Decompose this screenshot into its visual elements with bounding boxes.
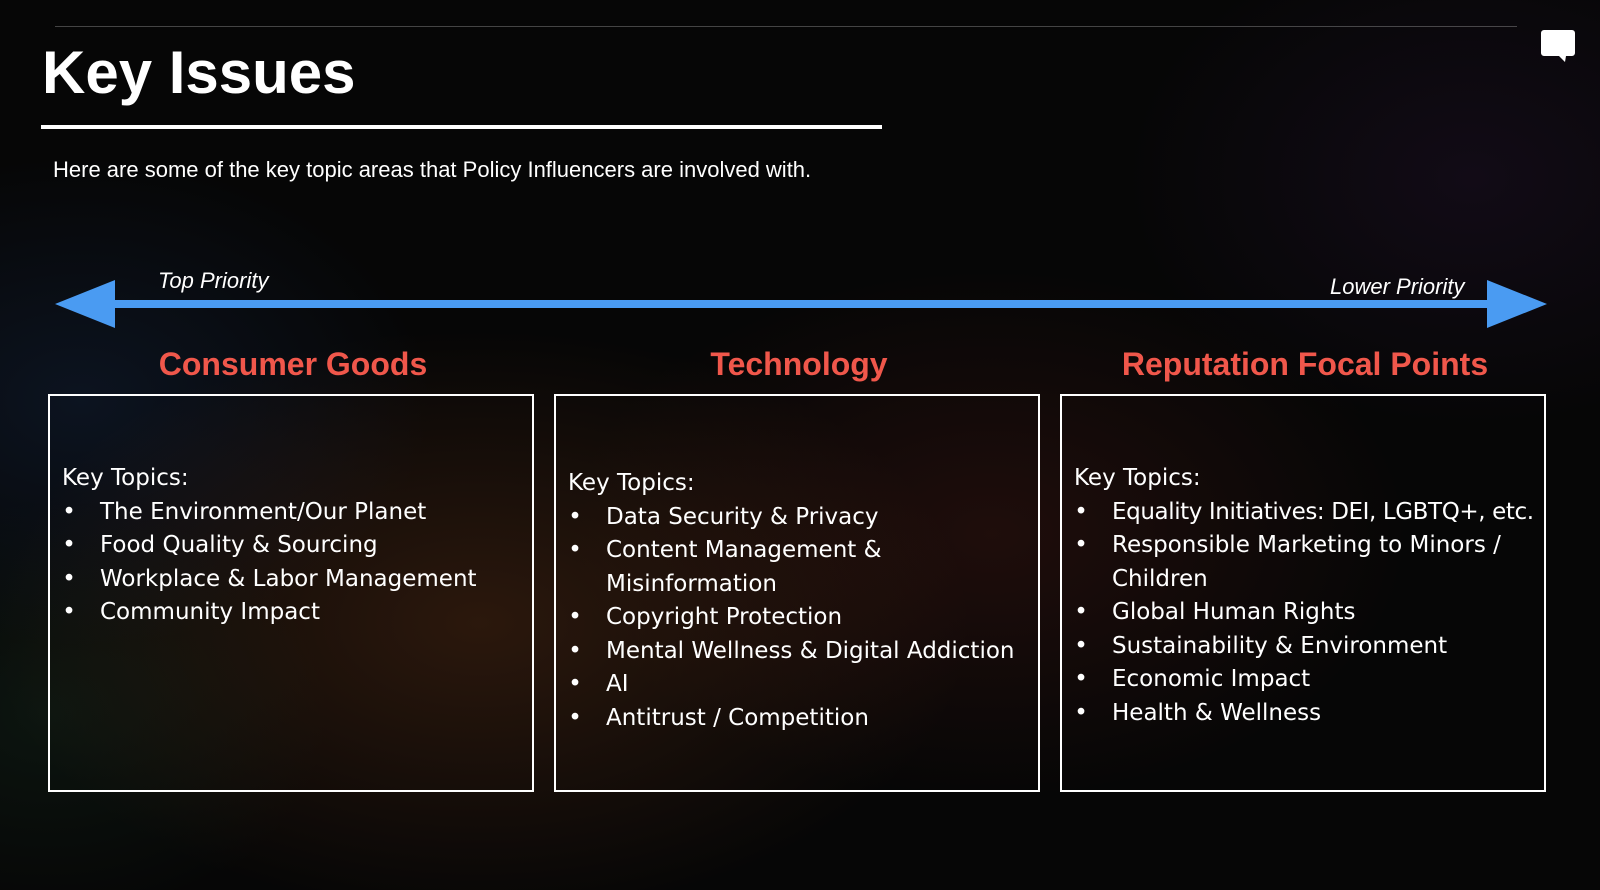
topic-text: Equality Initiatives: DEI, LGBTQ+, etc. xyxy=(1112,498,1534,525)
bullet-icon: • xyxy=(568,671,582,697)
list-item: • The Environment/Our Planet xyxy=(62,496,524,530)
header-divider xyxy=(55,26,1517,27)
topic-text: Antitrust / Competition xyxy=(606,704,869,731)
bullet-icon: • xyxy=(1074,599,1088,625)
slide: Key Issues Here are some of the key topi… xyxy=(0,0,1600,890)
list-item: • Health & Wellness xyxy=(1074,697,1536,731)
list-item: • Workplace & Labor Management xyxy=(62,563,524,597)
column-heading-consumer-goods: Consumer Goods xyxy=(158,346,428,382)
slide-title: Key Issues xyxy=(42,39,356,106)
topic-text: Community Impact xyxy=(100,599,320,625)
bullet-icon: • xyxy=(1074,532,1088,558)
list-item: • Data Security & Privacy xyxy=(568,501,1030,535)
topic-text: Workplace & Labor Management xyxy=(100,565,477,592)
topic-list: • Data Security & Privacy • Content Manage… xyxy=(568,501,1030,736)
topic-text: Economic Impact xyxy=(1112,666,1311,692)
topic-text: Responsible Marketing to Minors / Childr… xyxy=(1112,532,1501,592)
bullet-icon: • xyxy=(62,565,76,592)
lower-priority-label: Lower Priority xyxy=(1330,274,1465,299)
column-heading-reputation-focal-points: Reputation Focal Points xyxy=(1121,346,1489,382)
bullet-icon: • xyxy=(62,532,76,558)
topic-text: Data Security & Privacy xyxy=(606,503,879,530)
key-topics-heading: Key Topics: xyxy=(568,470,695,496)
topic-text: Copyright Protection xyxy=(606,604,843,630)
comment-icon[interactable] xyxy=(1540,28,1576,64)
list-item: • AI xyxy=(568,668,1030,702)
list-item: • Community Impact xyxy=(62,596,524,630)
topic-text: AI xyxy=(606,671,629,697)
bullet-icon: • xyxy=(568,704,582,731)
list-item: • Sustainability & Environment xyxy=(1074,630,1536,664)
topic-text: The Environment/Our Planet xyxy=(100,498,427,525)
list-item: • Equality Initiatives: DEI, LGBTQ+, etc. xyxy=(1074,496,1536,530)
topic-text: Health & Wellness xyxy=(1112,699,1322,726)
topic-text: Global Human Rights xyxy=(1112,599,1356,625)
topic-box-technology: Key Topics: • Data Security & Privacy • Co… xyxy=(554,394,1040,792)
key-topics-heading: Key Topics: xyxy=(1074,465,1201,491)
bullet-icon: • xyxy=(62,599,76,625)
list-item: • Responsible Marketing to Minors / Child… xyxy=(1074,529,1536,596)
topic-text: Content Management & Misinformation xyxy=(606,537,882,597)
topic-list: • The Environment/Our Planet • Food Qualit… xyxy=(62,496,524,630)
slide-subtitle: Here are some of the key topic areas tha… xyxy=(53,157,812,182)
bullet-icon: • xyxy=(568,604,582,630)
bullet-icon: • xyxy=(568,637,582,664)
list-item: • Antitrust / Competition xyxy=(568,702,1030,736)
list-item: • Global Human Rights xyxy=(1074,596,1536,630)
bullet-icon: • xyxy=(1074,498,1088,525)
title-underline xyxy=(41,125,882,129)
topic-text: Sustainability & Environment xyxy=(1112,632,1448,659)
topic-box-reputation-focal-points: Key Topics: • Equality Initiatives: DEI, … xyxy=(1060,394,1546,792)
bullet-icon: • xyxy=(62,498,76,525)
bullet-icon: • xyxy=(1074,632,1088,659)
key-topics-heading: Key Topics: xyxy=(62,465,189,491)
bullet-icon: • xyxy=(568,503,582,530)
list-item: • Economic Impact xyxy=(1074,663,1536,697)
topic-box-content: Key Topics: • The Environment/Our Planet … xyxy=(62,462,524,630)
topic-text: Mental Wellness & Digital Addiction xyxy=(606,637,1015,664)
bullet-icon: • xyxy=(1074,699,1088,726)
list-item: • Mental Wellness & Digital Addiction xyxy=(568,635,1030,669)
top-priority-label: Top Priority xyxy=(158,268,269,293)
topic-text: Food Quality & Sourcing xyxy=(100,532,378,558)
topic-box-content: Key Topics: • Equality Initiatives: DEI, … xyxy=(1074,462,1536,730)
bullet-icon: • xyxy=(1074,666,1088,692)
priority-double-arrow-icon xyxy=(55,280,1547,328)
topic-box-consumer-goods: Key Topics: • The Environment/Our Planet … xyxy=(48,394,534,792)
bullet-icon: • xyxy=(568,537,582,563)
list-item: • Content Management & Misinformation xyxy=(568,534,1030,601)
topic-box-content: Key Topics: • Data Security & Privacy • Co… xyxy=(568,467,1030,735)
topic-list: • Equality Initiatives: DEI, LGBTQ+, etc.… xyxy=(1074,496,1536,731)
list-item: • Copyright Protection xyxy=(568,601,1030,635)
column-heading-technology: Technology xyxy=(710,346,888,382)
list-item: • Food Quality & Sourcing xyxy=(62,529,524,563)
